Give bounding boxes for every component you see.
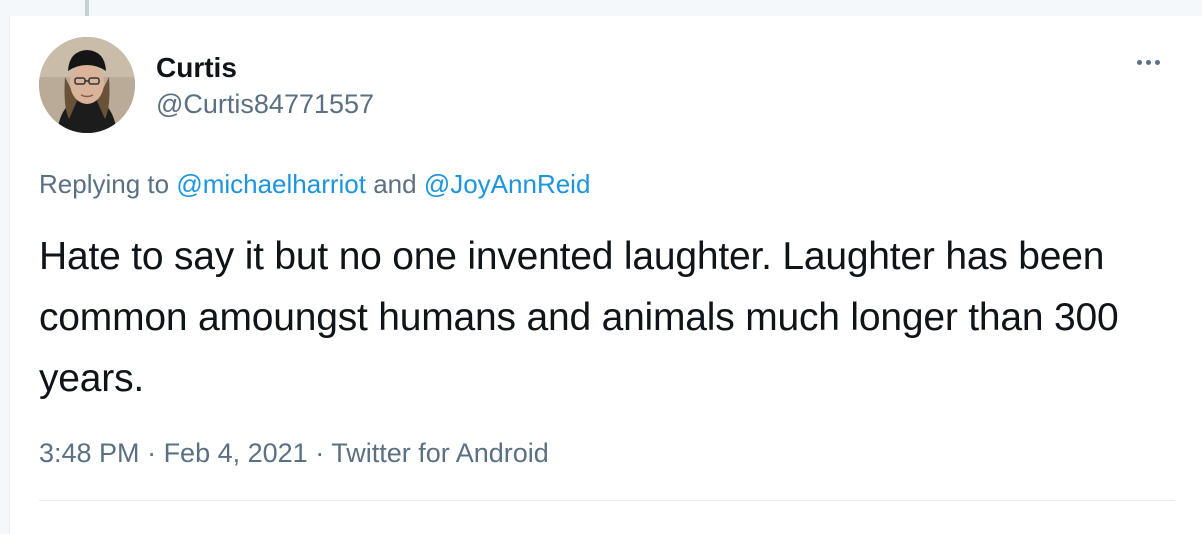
meta-separator: · — [139, 438, 164, 468]
tweet-text: Hate to say it but no one invented laugh… — [39, 235, 1119, 400]
more-horizontal-icon — [1145, 59, 1151, 65]
mention-link[interactable]: @JoyAnnReid — [424, 169, 591, 199]
divider — [39, 500, 1175, 501]
more-horizontal-icon — [1154, 59, 1160, 65]
author-display-name[interactable]: Curtis — [156, 52, 374, 84]
more-options-button[interactable] — [1128, 46, 1168, 78]
meta-separator: · — [307, 438, 332, 468]
mention-link[interactable]: @michaelharriot — [176, 169, 366, 199]
replying-to: Replying to @michaelharriot and @JoyAnnR… — [39, 166, 590, 202]
tweet-time[interactable]: 3:48 PM — [39, 438, 140, 468]
replying-prefix: Replying to — [39, 169, 177, 199]
more-horizontal-icon — [1136, 59, 1142, 65]
replying-conjunction: and — [366, 169, 424, 199]
author-block: Curtis @Curtis84771557 — [156, 52, 374, 120]
tweet-card: Curtis @Curtis84771557 Replying to @mich… — [9, 16, 1202, 534]
tweet-date[interactable]: Feb 4, 2021 — [164, 438, 308, 468]
tweet-meta: 3:48 PM · Feb 4, 2021 · Twitter for Andr… — [39, 435, 549, 471]
avatar-image — [39, 37, 135, 133]
author-handle[interactable]: @Curtis84771557 — [156, 88, 374, 120]
avatar[interactable] — [39, 37, 135, 133]
tweet-source[interactable]: Twitter for Android — [331, 438, 549, 468]
